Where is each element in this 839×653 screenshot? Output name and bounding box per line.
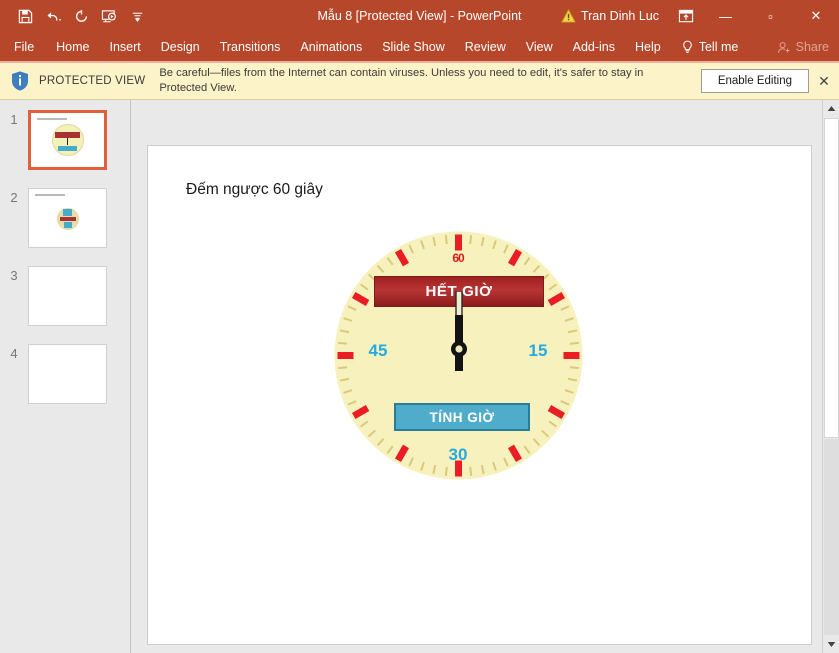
vertical-scrollbar[interactable] — [822, 100, 839, 653]
slide-number-4: 4 — [0, 344, 28, 361]
customize-qat-icon[interactable] — [124, 4, 150, 28]
clock-hand — [445, 291, 473, 375]
enable-editing-button[interactable]: Enable Editing — [701, 69, 809, 93]
slide-thumbnail-1[interactable]: 1 — [0, 110, 131, 188]
title-bar: Mẫu 8 [Protected View] - PowerPoint Tran… — [0, 0, 839, 32]
slide-title-text[interactable]: Đếm ngược 60 giây — [186, 181, 323, 199]
protected-view-label: PROTECTED VIEW — [31, 75, 145, 87]
protected-view-bar: PROTECTED VIEW Be careful—files from the… — [0, 63, 839, 100]
protected-view-message: Be careful—files from the Internet can c… — [145, 66, 690, 96]
scroll-down-icon[interactable] — [823, 636, 839, 653]
thumb-start-button — [63, 209, 72, 216]
slide-thumbnail-image-3[interactable] — [28, 266, 107, 326]
thumb-title-placeholder — [37, 118, 67, 120]
tab-view[interactable]: View — [516, 32, 563, 62]
warning-triangle-icon — [561, 9, 576, 23]
tab-home[interactable]: Home — [46, 32, 99, 62]
clock-label-45: 45 — [358, 341, 398, 361]
tab-animations[interactable]: Animations — [290, 32, 372, 62]
ribbon-display-options-icon[interactable] — [669, 0, 703, 32]
scrollbar-track[interactable] — [824, 439, 839, 635]
close-button[interactable]: ✕ — [793, 0, 839, 32]
tab-transitions[interactable]: Transitions — [210, 32, 291, 62]
tell-me-box[interactable]: Tell me — [671, 32, 747, 62]
slide-thumbnail-2[interactable]: 2 — [0, 188, 131, 266]
slide-thumbnail-4[interactable]: 4 — [0, 344, 131, 422]
share-label: Share — [796, 40, 829, 54]
countdown-clock[interactable]: 60 15 30 45 HẾT GIỜ TÍNH GIỜ — [332, 229, 585, 482]
clock-label-15: 15 — [518, 341, 558, 361]
slide-thumbnail-image-2[interactable] — [28, 188, 107, 248]
tab-slide-show[interactable]: Slide Show — [372, 32, 455, 62]
slide-number-3: 3 — [0, 266, 28, 283]
scroll-up-icon[interactable] — [823, 100, 839, 117]
slide-thumbnail-3[interactable]: 3 — [0, 266, 131, 344]
tab-insert[interactable]: Insert — [100, 32, 151, 62]
redo-icon[interactable] — [68, 4, 94, 28]
user-name: Tran Dinh Luc — [581, 9, 659, 23]
slide-edit-area: Đếm ngược 60 giây 60 15 30 45 HẾT GIỜ — [131, 100, 839, 653]
share-person-icon — [777, 41, 791, 54]
thumb-clock-hand — [67, 138, 68, 145]
thumb-clock-graphic — [52, 124, 84, 156]
tab-review[interactable]: Review — [455, 32, 516, 62]
slide-number-2: 2 — [0, 188, 28, 205]
tab-add-ins[interactable]: Add-ins — [563, 32, 625, 62]
ribbon-tab-bar: File Home Insert Design Transitions Anim… — [0, 32, 839, 62]
slide-canvas[interactable]: Đếm ngược 60 giây 60 15 30 45 HẾT GIỜ — [147, 145, 812, 645]
thumb-start-button — [58, 146, 77, 151]
thumb-start-button-2 — [64, 222, 72, 228]
powerpoint-window: Mẫu 8 [Protected View] - PowerPoint Tran… — [0, 0, 839, 653]
user-account[interactable]: Tran Dinh Luc — [557, 9, 669, 23]
scrollbar-thumb[interactable] — [824, 118, 839, 438]
start-presentation-icon[interactable] — [96, 4, 122, 28]
start-timer-label: TÍNH GIỜ — [429, 410, 494, 425]
slide-thumbnail-image-1[interactable] — [28, 110, 107, 170]
tab-design[interactable]: Design — [151, 32, 210, 62]
tab-file[interactable]: File — [0, 32, 46, 62]
tell-me-label: Tell me — [699, 40, 739, 54]
close-protected-view-icon[interactable]: ✕ — [809, 73, 839, 90]
title-bar-right: Tran Dinh Luc — ▫ ✕ — [557, 0, 839, 32]
minimize-button[interactable]: — — [703, 0, 748, 32]
lightbulb-icon — [681, 40, 694, 54]
quick-access-toolbar — [0, 4, 150, 28]
info-shield-icon — [9, 70, 31, 92]
thumb-title-placeholder — [35, 194, 65, 196]
slide-number-1: 1 — [0, 110, 28, 127]
maximize-button[interactable]: ▫ — [748, 0, 793, 32]
save-icon[interactable] — [12, 4, 38, 28]
slide-thumbnail-pane[interactable]: 1 2 3 4 — [0, 100, 131, 653]
slide-thumbnail-image-4[interactable] — [28, 344, 107, 404]
clock-label-30: 30 — [438, 445, 478, 465]
clock-label-60: 60 — [438, 251, 478, 265]
undo-icon[interactable] — [40, 4, 66, 28]
share-button[interactable]: Share — [771, 32, 839, 62]
start-timer-button[interactable]: TÍNH GIỜ — [394, 403, 530, 431]
thumb-stop-button — [60, 217, 76, 221]
tab-help[interactable]: Help — [625, 32, 671, 62]
